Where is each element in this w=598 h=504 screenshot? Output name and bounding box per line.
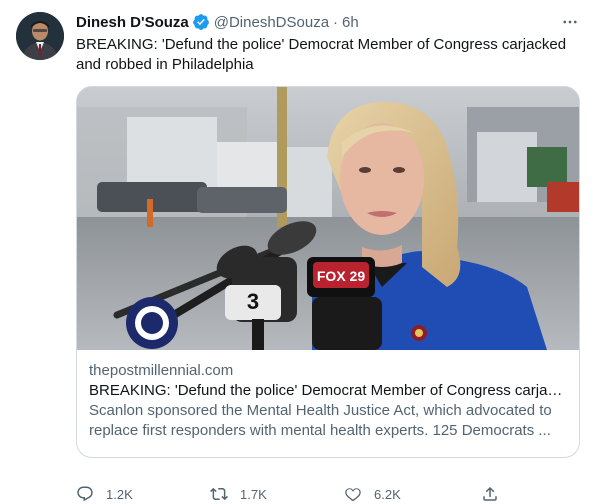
- share-icon: [483, 486, 497, 501]
- link-card[interactable]: 3 FOX 29 thepostmillennial.com BREAKING:…: [76, 86, 580, 458]
- retweet-count: 1.7K: [240, 486, 267, 502]
- reply-icon: [77, 486, 93, 502]
- like-button[interactable]: 6.2K: [344, 485, 401, 503]
- more-horizontal-icon[interactable]: [558, 10, 582, 34]
- reply-button[interactable]: 1.2K: [76, 485, 133, 503]
- like-count: 6.2K: [374, 486, 401, 502]
- avatar[interactable]: [16, 12, 64, 60]
- card-domain: thepostmillennial.com: [89, 362, 234, 379]
- mic-flag-left-label: 3: [247, 289, 259, 314]
- card-title: BREAKING: 'Defund the police' Democrat M…: [89, 382, 567, 399]
- share-button[interactable]: [481, 485, 499, 503]
- display-name[interactable]: Dinesh D'Souza: [76, 14, 189, 31]
- news-photo: 3 FOX 29: [77, 87, 579, 350]
- header-separator: ·: [333, 13, 339, 31]
- tweet[interactable]: Dinesh D'Souza @DineshDSouza · 6h BREAKI…: [0, 0, 598, 504]
- like-icon: [345, 488, 361, 502]
- card-image: 3 FOX 29: [77, 87, 579, 350]
- tweet-actions: 1.2K 1.7K 6.2K: [76, 482, 582, 504]
- retweet-button[interactable]: 1.7K: [210, 485, 267, 503]
- tweet-text: BREAKING: 'Defund the police' Democrat M…: [76, 36, 567, 73]
- card-meta: thepostmillennial.com BREAKING: 'Defund …: [77, 350, 579, 441]
- card-description: Scanlon sponsored the Mental Health Just…: [89, 402, 552, 439]
- retweet-icon: [210, 487, 228, 501]
- mic-flag-right-label: FOX 29: [317, 268, 365, 284]
- reply-count: 1.2K: [106, 486, 133, 502]
- tweet-header: Dinesh D'Souza @DineshDSouza · 6h: [76, 12, 582, 32]
- user-handle[interactable]: @DineshDSouza: [214, 14, 329, 31]
- tweet-timestamp[interactable]: 6h: [342, 14, 359, 31]
- avatar-image: [16, 12, 64, 60]
- tweet-body: Dinesh D'Souza @DineshDSouza · 6h BREAKI…: [76, 12, 582, 502]
- verified-badge-icon: [192, 13, 210, 31]
